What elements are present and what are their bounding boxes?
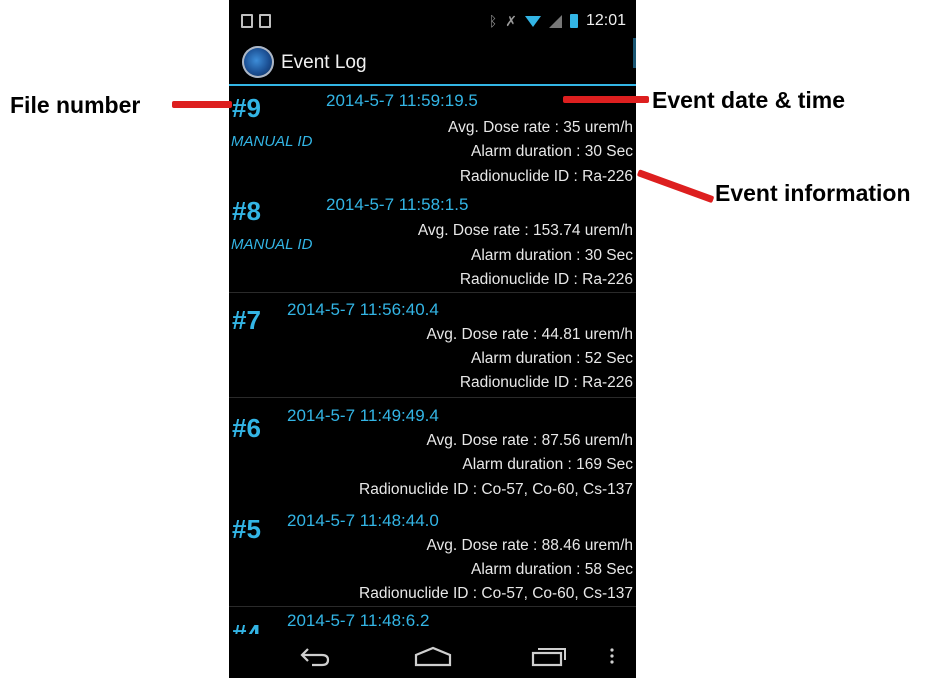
event-entry[interactable]: #6 2014-5-7 11:49:49.4 Avg. Dose rate : … bbox=[229, 398, 636, 502]
radionuclide-id: Radionuclide ID : Ra-226 bbox=[459, 271, 633, 288]
event-datetime: 2014-5-7 11:58:1.5 bbox=[326, 195, 469, 214]
recent-apps-icon bbox=[531, 648, 566, 667]
event-entry[interactable]: #7 2014-5-7 11:56:40.4 Avg. Dose rate : … bbox=[229, 293, 636, 398]
event-datetime: 2014-5-7 11:48:6.2 bbox=[287, 611, 430, 630]
dose-rate: Avg. Dose rate : 44.81 urem/h bbox=[426, 326, 634, 343]
alarm-duration: Alarm duration : 30 Sec bbox=[471, 247, 633, 264]
overflow-menu-icon bbox=[610, 648, 614, 664]
running-icon: ✗ bbox=[505, 12, 517, 29]
file-number-annotation: File number bbox=[10, 92, 141, 118]
file-number: #8 bbox=[232, 196, 261, 226]
radionuclide-id: Radionuclide ID : Ra-226 bbox=[459, 374, 633, 391]
dose-rate: Avg. Dose rate : 87.56 urem/h bbox=[426, 432, 634, 449]
file-number-arrow bbox=[172, 101, 232, 108]
app-icon[interactable] bbox=[242, 46, 274, 78]
wifi-icon bbox=[524, 15, 541, 27]
file-number: #4 bbox=[232, 619, 261, 634]
alarm-duration: Alarm duration : 169 Sec bbox=[462, 456, 633, 473]
event-entry[interactable]: #5 2014-5-7 11:48:44.0 Avg. Dose rate : … bbox=[229, 502, 636, 607]
file-number: #6 bbox=[232, 413, 261, 443]
home-button[interactable] bbox=[411, 640, 455, 672]
notification-icon bbox=[241, 14, 253, 28]
radionuclide-id: Radionuclide ID : Co-57, Co-60, Cs-137 bbox=[359, 585, 633, 602]
event-datetime-annotation: Event date & time bbox=[652, 87, 845, 113]
overflow-menu-button[interactable] bbox=[605, 640, 619, 672]
radionuclide-id: Radionuclide ID : Co-57, Co-60, Cs-137 bbox=[359, 481, 633, 498]
alarm-duration: Alarm duration : 30 Sec bbox=[471, 143, 633, 160]
bluetooth-icon: ᛒ bbox=[488, 13, 498, 29]
event-information-arrow bbox=[636, 169, 715, 204]
action-bar: Event Log bbox=[229, 38, 636, 86]
event-datetime: 2014-5-7 11:59:19.5 bbox=[326, 91, 478, 110]
status-time: 12:01 bbox=[585, 12, 626, 29]
dose-rate: Avg. Dose rate : 35 urem/h bbox=[448, 119, 633, 136]
recent-apps-button[interactable] bbox=[529, 640, 569, 672]
signal-icon bbox=[548, 14, 562, 28]
action-bar-divider bbox=[633, 38, 636, 68]
status-bar: ᛒ ✗ 12:01 bbox=[229, 8, 636, 38]
file-number: #7 bbox=[232, 305, 261, 335]
radionuclide-id: Radionuclide ID : Ra-226 bbox=[459, 168, 633, 185]
back-button[interactable] bbox=[295, 640, 335, 672]
dose-rate: Avg. Dose rate : 153.74 urem/h bbox=[417, 222, 633, 239]
file-number: #5 bbox=[232, 514, 261, 544]
event-datetime: 2014-5-7 11:48:44.0 bbox=[287, 511, 439, 530]
event-datetime-arrow bbox=[563, 96, 649, 103]
image-icon bbox=[259, 14, 271, 28]
alarm-duration: Alarm duration : 58 Sec bbox=[471, 561, 633, 578]
event-list[interactable]: #9 MANUAL ID 2014-5-7 11:59:19.5 Avg. Do… bbox=[229, 86, 636, 634]
event-entry[interactable]: #4 2014-5-7 11:48:6.2 bbox=[229, 607, 636, 634]
event-entry[interactable]: #8 MANUAL ID 2014-5-7 11:58:1.5 Avg. Dos… bbox=[229, 187, 636, 293]
event-datetime: 2014-5-7 11:56:40.4 bbox=[287, 300, 439, 319]
event-information-annotation: Event information bbox=[715, 180, 911, 206]
home-icon bbox=[414, 646, 452, 667]
back-icon bbox=[300, 648, 330, 667]
nav-bar bbox=[229, 634, 636, 678]
event-datetime: 2014-5-7 11:49:49.4 bbox=[287, 406, 439, 425]
page-title: Event Log bbox=[281, 52, 367, 73]
manual-id-tag: MANUAL ID bbox=[231, 133, 313, 150]
dose-rate: Avg. Dose rate : 88.46 urem/h bbox=[426, 537, 634, 554]
manual-id-tag: MANUAL ID bbox=[231, 236, 313, 253]
alarm-duration: Alarm duration : 52 Sec bbox=[471, 350, 633, 367]
battery-icon bbox=[569, 14, 578, 28]
file-number: #9 bbox=[232, 93, 261, 123]
